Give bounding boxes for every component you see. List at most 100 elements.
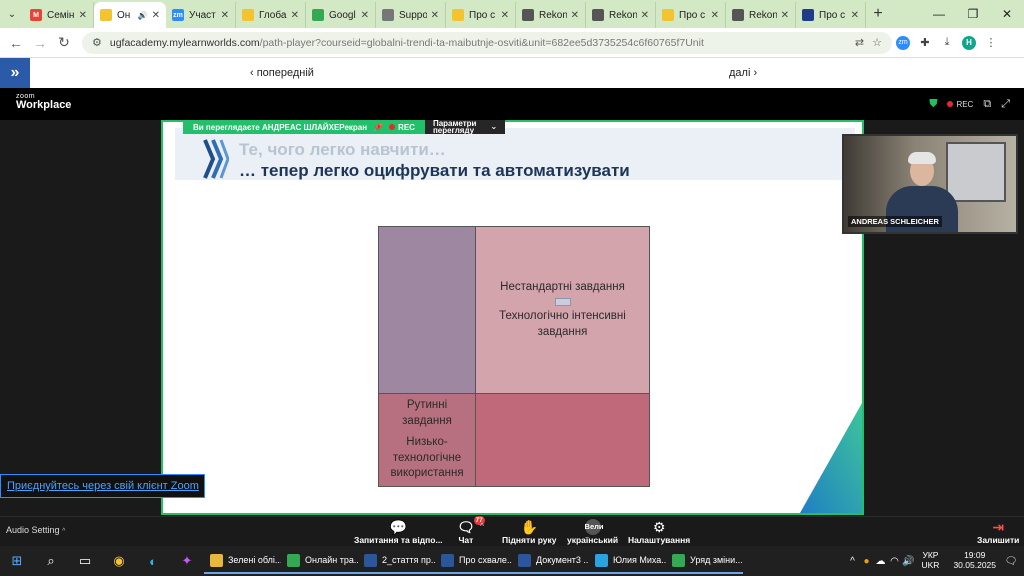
tray-app-icon[interactable]: ● [860,556,874,567]
extensions-puzzle-icon[interactable]: ✚ [914,36,936,49]
taskbar-app[interactable]: 2_стаття пр... [358,548,435,574]
search-icon[interactable]: ⌕ [34,546,68,576]
matrix-label-routine-tasks: завдання [402,414,452,427]
taskbar-app-icon [210,553,223,567]
clock[interactable]: 19:09 30.05.2025 [953,550,996,571]
browser-tab[interactable]: Про с ✕ [446,2,516,28]
edge-pinned-icon[interactable]: ◐ [136,546,170,576]
browser-tab[interactable]: Про с ✕ [656,2,726,28]
browser-tab[interactable]: Suppo ✕ [376,2,446,28]
previous-button[interactable]: ‹ попередній [250,58,314,88]
copilot-pinned-icon[interactable]: ✦ [170,546,204,576]
notifications-icon[interactable]: 🗨 [1004,556,1018,567]
tab-audio-icon[interactable]: 🔊 [138,11,148,20]
reload-icon[interactable]: ↻ [52,34,76,51]
onedrive-icon[interactable]: ☁ [874,556,888,567]
download-icon[interactable]: ⤓ [936,36,958,49]
participant-video[interactable]: ANDREAS SCHLEICHER [842,134,1018,234]
address-bar[interactable]: ⚙ ugfacademy.mylearnworlds.com/path-play… [82,31,892,54]
minimize-icon[interactable]: — [922,0,956,28]
input-language[interactable]: УКР UKR [922,550,940,571]
browser-tab[interactable]: Он 🔊 ✕ [94,2,166,28]
tab-close-icon[interactable]: ✕ [851,10,859,21]
tab-close-icon[interactable]: ✕ [571,10,579,21]
site-info-icon[interactable]: ⚙ [92,36,102,49]
audio-setting-button[interactable]: Audio Setting ^ [6,525,65,535]
browser-tab[interactable]: Rekon ✕ [726,2,796,28]
slide-heading-1: Те, чого легко навчити… [239,140,446,159]
chat-caret-icon[interactable]: ^ [480,523,484,530]
translate-icon[interactable]: ⇄ [855,36,864,49]
taskbar-app[interactable]: Зелені облі... [204,548,281,574]
share-banner-text: Ви переглядаєте АНДРЕАС ШЛАЙХЕРекран [193,122,368,132]
volume-icon[interactable]: 🔊 [902,556,916,567]
screen-layout-icon[interactable]: ⧉ [983,98,991,111]
language-button[interactable]: Вели український [567,519,618,545]
tab-title: Про с [679,9,706,21]
close-icon[interactable]: ✕ [990,0,1024,28]
tab-close-icon[interactable]: ✕ [79,10,87,21]
security-shield-icon[interactable]: ⛊ [929,98,937,111]
tab-close-icon[interactable]: ✕ [361,10,369,21]
tab-favicon-icon [100,9,112,21]
browser-menu-icon[interactable]: ⋮ [980,36,1002,49]
tab-favicon-icon [802,9,814,21]
browser-tab-strip: ⌄ M Семін ✕ Он 🔊 ✕ zm Участ ✕ Глоба ✕ Googl ✕ Suppo ✕ П… [0,0,1024,28]
tab-close-icon[interactable]: ✕ [291,10,299,21]
tab-close-icon[interactable]: ✕ [501,10,509,21]
profile-avatar[interactable]: H [962,35,976,50]
taskbar-app[interactable]: Юлия Миха... [589,548,666,574]
zoom-extension-icon[interactable]: zm [896,35,910,50]
browser-tab[interactable]: Про с ✕ [796,2,866,28]
sidebar-toggle-icon[interactable]: » [0,58,30,88]
tab-search-button[interactable]: ⌄ [0,0,24,28]
wifi-icon[interactable]: ◠ [888,556,902,567]
browser-tab[interactable]: Rekon ✕ [586,2,656,28]
qa-button[interactable]: 💬 Запитання та відпо... [354,519,443,545]
tab-close-icon[interactable]: ✕ [711,10,719,21]
slide-title-band: Те, чого легко навчити… … тепер легко оц… [175,128,855,180]
taskbar-app-label: Онлайн тра... [305,555,358,565]
taskbar-app[interactable]: Про схвале... [435,548,512,574]
maximize-icon[interactable]: ❐ [956,0,990,28]
join-via-zoom-client-link[interactable]: Приєднуйтесь через свій клієнт Zoom [0,474,205,498]
tab-close-icon[interactable]: ✕ [152,10,160,21]
browser-tab[interactable]: zm Участ ✕ [166,2,236,28]
view-options-label: Параметри перегляду [432,118,477,135]
chrome-pinned-icon[interactable]: ◉ [102,546,136,576]
settings-button[interactable]: ⚙ Налаштування [628,519,690,545]
taskbar-app[interactable]: Уряд зміни... [666,548,743,574]
taskbar-app[interactable]: Документ3 ... [512,548,589,574]
taskbar-app[interactable]: Онлайн тра... [281,548,358,574]
tab-title: Участ [189,9,216,21]
hand-icon: ✋ [520,519,538,535]
tray-chevron-icon[interactable]: ^ [846,556,860,567]
browser-tab[interactable]: Rekon ✕ [516,2,586,28]
tab-close-icon[interactable]: ✕ [221,10,229,21]
tab-favicon-icon [452,9,464,21]
settings-label: Налаштування [628,535,691,545]
browser-tab[interactable]: M Семін ✕ [24,2,94,28]
tab-close-icon[interactable]: ✕ [431,10,439,21]
next-button[interactable]: далі › [729,58,757,88]
back-arrow-icon[interactable]: ← [4,35,28,51]
taskbar-app-label: 2_стаття пр... [382,555,435,565]
windows-start-icon[interactable]: ⊞ [0,546,34,576]
matrix-cell-bottom-right [476,394,649,486]
forward-arrow-icon[interactable]: → [28,35,52,51]
tab-title: Rekon [609,9,637,21]
browser-toolbar: ← → ↻ ⚙ ugfacademy.mylearnworlds.com/pat… [0,28,1024,58]
tab-close-icon[interactable]: ✕ [781,10,789,21]
taskbar-app-icon [595,553,608,567]
leave-button[interactable]: ⇥ Залишити [977,519,1019,545]
new-tab-button[interactable]: + [866,5,890,23]
chat-button[interactable]: 🗨 77 Чат [457,516,485,545]
tab-close-icon[interactable]: ✕ [641,10,649,21]
fullscreen-icon[interactable]: ⤢ [1001,98,1010,111]
browser-tab[interactable]: Googl ✕ [306,2,376,28]
bookmark-star-icon[interactable]: ☆ [872,36,882,49]
browser-tab[interactable]: Глоба ✕ [236,2,306,28]
view-options-button[interactable]: Параметри перегляду ⌄ [424,118,506,135]
task-view-icon[interactable]: ▭ [68,546,102,576]
raise-hand-button[interactable]: ✋ Підняти руку [502,519,557,545]
